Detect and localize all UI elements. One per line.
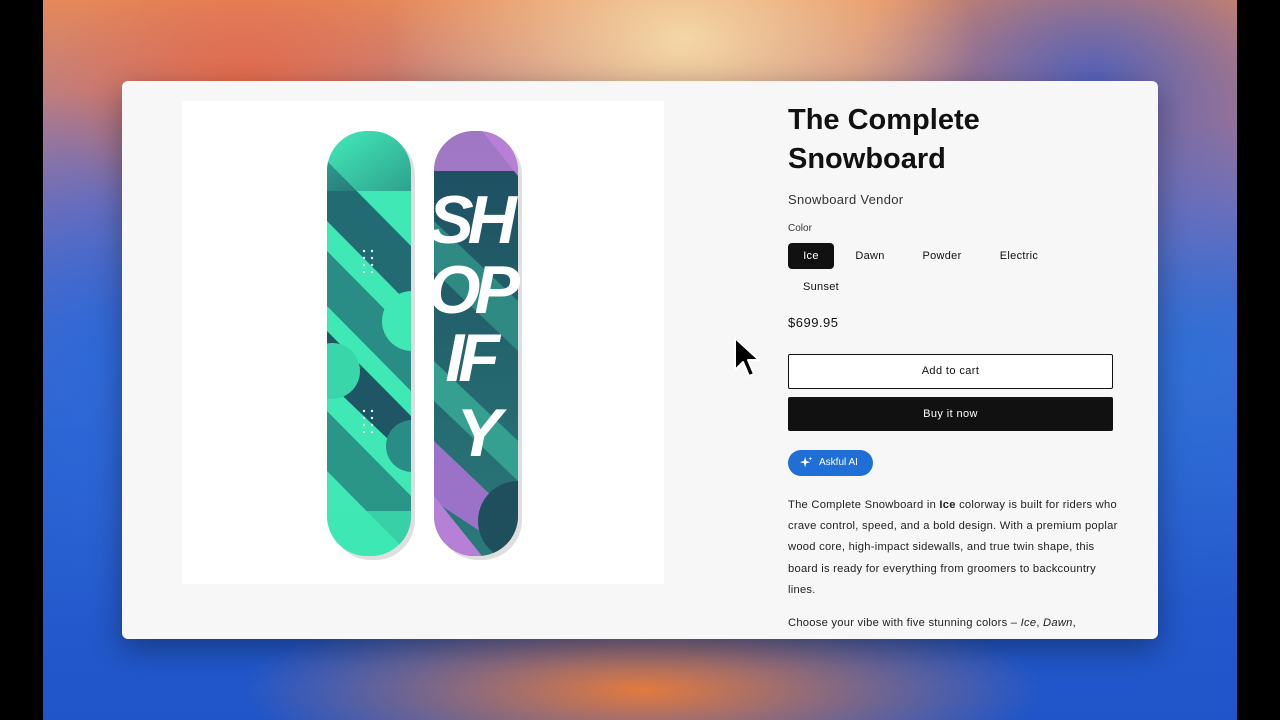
- snowboard-image: SH OP IF Y: [327, 131, 527, 560]
- colors-trailing: ,: [1072, 617, 1077, 629]
- colors-dawn: Dawn: [1043, 617, 1073, 629]
- askful-ai-button[interactable]: Askful AI: [788, 450, 873, 476]
- color-label: Color: [788, 223, 812, 234]
- product-image[interactable]: SH OP IF Y: [182, 101, 664, 584]
- product-description: The Complete Snowboard in Ice colorway i…: [788, 495, 1123, 601]
- description-text: The Complete Snowboard in: [788, 499, 940, 511]
- left-snowboard: [327, 131, 411, 556]
- color-option-ice[interactable]: Ice: [788, 243, 834, 269]
- colors-ice: Ice: [1020, 617, 1037, 629]
- buy-now-button[interactable]: Buy it now: [788, 397, 1113, 431]
- product-vendor: Snowboard Vendor: [788, 192, 904, 207]
- product-price: $699.95: [788, 315, 839, 330]
- sparkle-icon: [799, 456, 813, 468]
- mouse-pointer-icon: [734, 337, 760, 377]
- description-text-rest: colorway is built for riders who crave c…: [788, 499, 1118, 596]
- color-option-dawn[interactable]: Dawn: [846, 243, 894, 269]
- color-option-electric[interactable]: Electric: [988, 243, 1050, 269]
- product-page-window: SH OP IF Y The Complete Snowboard Snowbo…: [122, 81, 1158, 639]
- color-option-powder[interactable]: Powder: [912, 243, 972, 269]
- askful-ai-label: Askful AI: [819, 457, 858, 468]
- product-description-colors: Choose your vibe with five stunning colo…: [788, 613, 1123, 634]
- colors-text: Choose your vibe with five stunning colo…: [788, 617, 1021, 629]
- product-title: The Complete Snowboard: [788, 104, 980, 175]
- add-to-cart-button[interactable]: Add to cart: [788, 354, 1113, 389]
- color-option-sunset[interactable]: Sunset: [794, 274, 848, 300]
- description-colorway: Ice: [939, 499, 956, 511]
